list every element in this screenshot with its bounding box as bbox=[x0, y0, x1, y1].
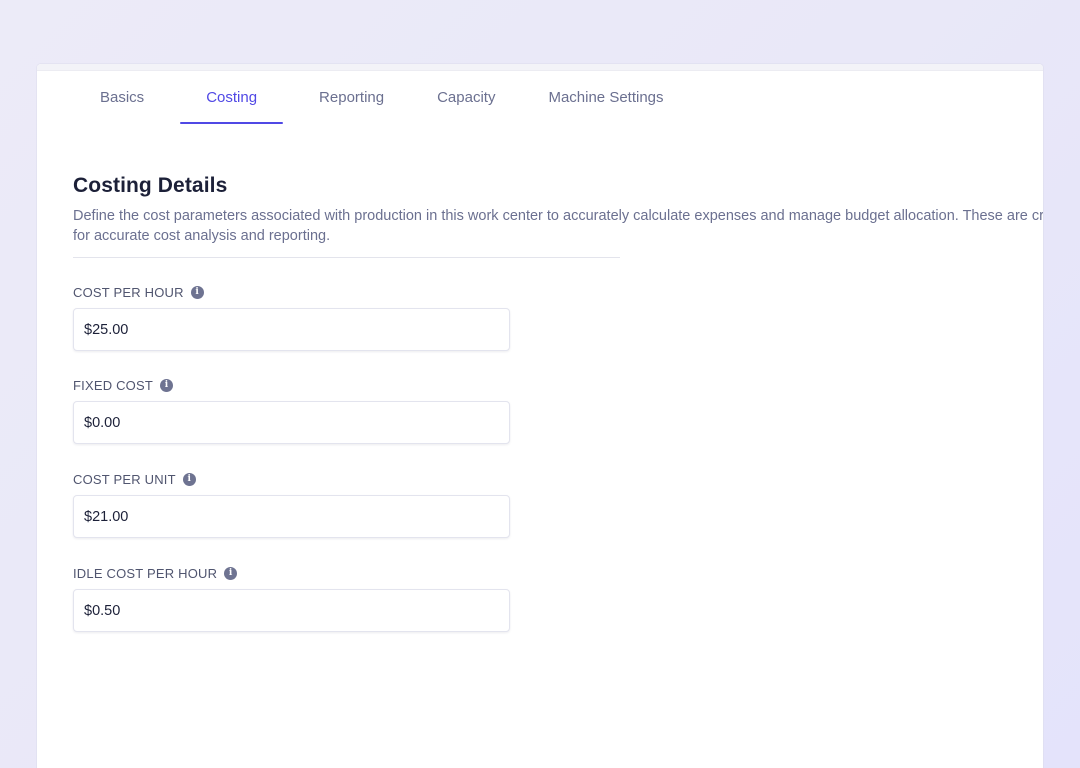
fixed-cost-label: FIXED COST bbox=[73, 377, 154, 393]
fixed-cost-field: FIXED COST i bbox=[73, 376, 510, 444]
work-center-card: Basics Costing Reporting Capacity Machin… bbox=[37, 64, 1043, 768]
fixed-cost-input[interactable] bbox=[73, 401, 510, 444]
cost-per-unit-field: COST PER UNIT i bbox=[73, 470, 510, 538]
tab-basics[interactable]: Basics bbox=[83, 70, 161, 124]
section-divider bbox=[73, 257, 620, 258]
tab-machine-settings[interactable]: Machine Settings bbox=[531, 70, 680, 124]
info-icon[interactable]: i bbox=[224, 566, 238, 580]
info-icon[interactable]: i bbox=[182, 472, 196, 486]
info-icon[interactable]: i bbox=[190, 285, 204, 299]
section-description: Define the cost parameters associated wi… bbox=[73, 208, 1043, 244]
cost-per-hour-label: COST PER HOUR bbox=[73, 284, 184, 300]
cost-per-hour-field: COST PER HOUR i bbox=[73, 283, 510, 351]
cost-per-hour-input[interactable] bbox=[73, 308, 510, 351]
cost-per-unit-input[interactable] bbox=[73, 495, 510, 538]
fixed-cost-label-row: FIXED COST i bbox=[73, 376, 510, 394]
tab-capacity[interactable]: Capacity bbox=[420, 70, 512, 124]
cost-per-unit-label-row: COST PER UNIT i bbox=[73, 470, 510, 488]
idle-cost-per-hour-field: IDLE COST PER HOUR i bbox=[73, 564, 510, 632]
idle-cost-per-hour-label: IDLE COST PER HOUR bbox=[73, 565, 218, 581]
tab-reporting[interactable]: Reporting bbox=[302, 70, 401, 124]
idle-cost-per-hour-label-row: IDLE COST PER HOUR i bbox=[73, 564, 510, 582]
cost-per-unit-label: COST PER UNIT bbox=[73, 471, 176, 487]
tab-costing[interactable]: Costing bbox=[180, 70, 283, 124]
section-title: Costing Details bbox=[73, 174, 228, 197]
tab-bar: Basics Costing Reporting Capacity Machin… bbox=[83, 70, 700, 124]
idle-cost-per-hour-input[interactable] bbox=[73, 589, 510, 632]
info-icon[interactable]: i bbox=[160, 378, 174, 392]
cost-per-hour-label-row: COST PER HOUR i bbox=[73, 283, 510, 301]
